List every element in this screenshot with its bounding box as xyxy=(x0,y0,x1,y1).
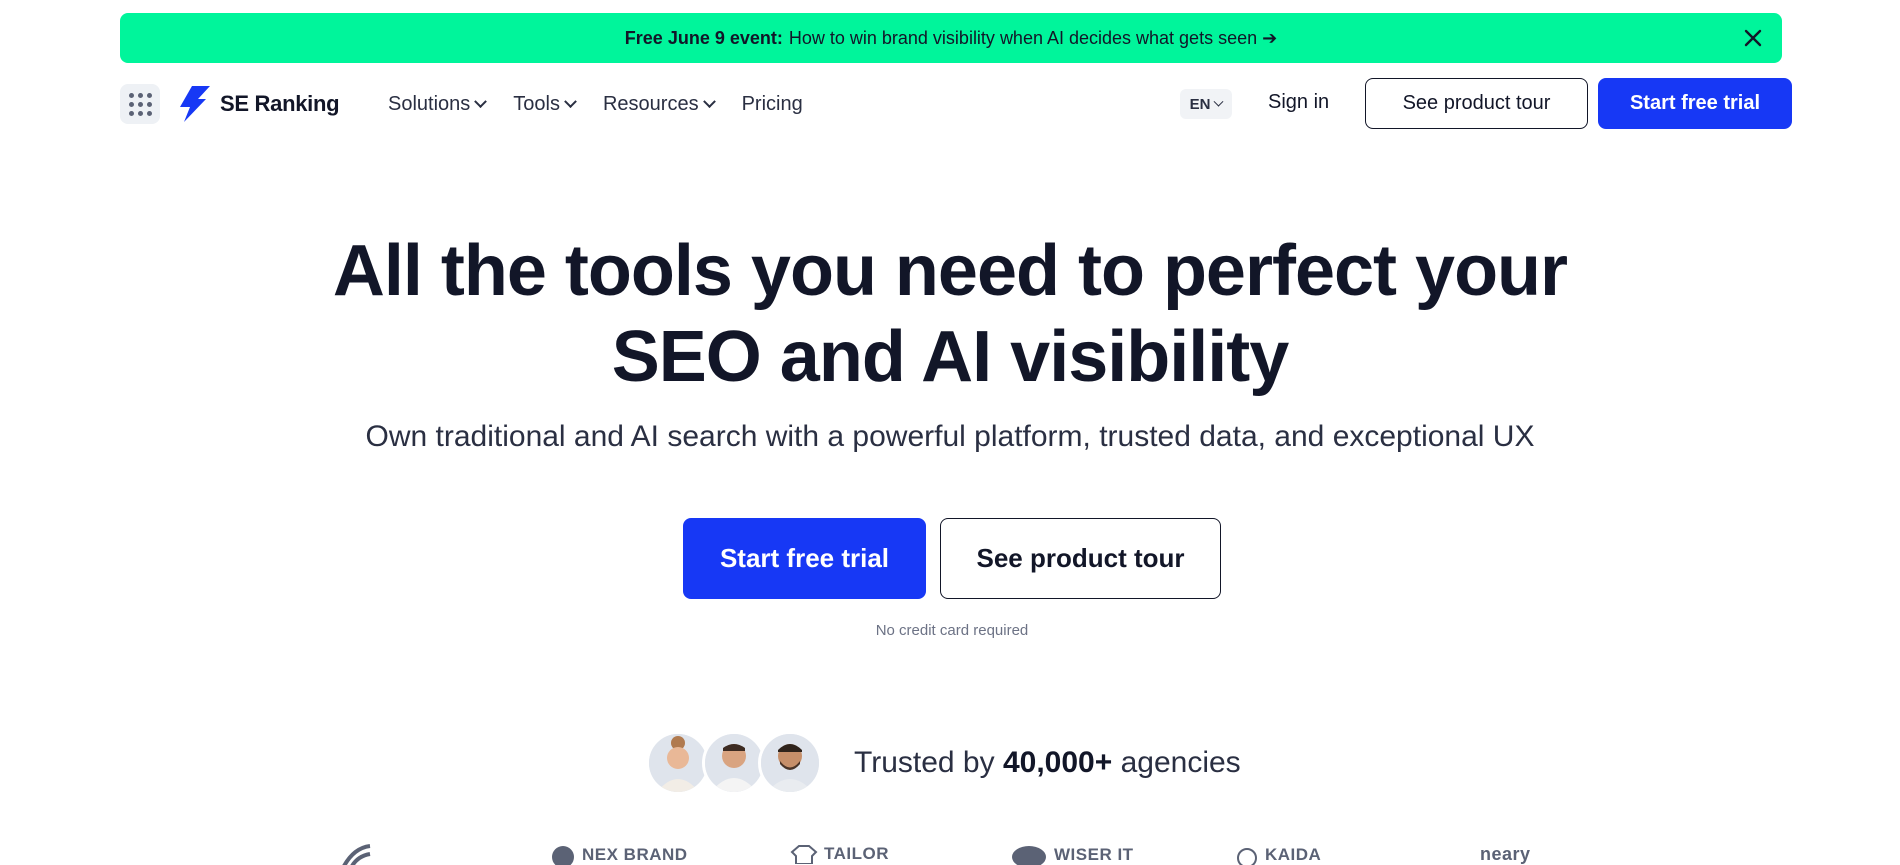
client-logo-wave xyxy=(340,844,380,865)
language-label: EN xyxy=(1189,95,1211,113)
grid-dot-icon xyxy=(137,92,143,98)
close-icon[interactable] xyxy=(1740,25,1766,51)
globe-icon xyxy=(552,846,574,865)
hero-start-trial-button[interactable]: Start free trial xyxy=(683,518,926,599)
client-logo: WISER IT xyxy=(1010,844,1134,865)
client-logos: NEX BRAND TAILOR WISER IT KAIDA neary xyxy=(330,844,1580,865)
nav-label: Tools xyxy=(513,92,560,115)
main-nav: Solutions Tools Resources Pricing xyxy=(388,78,803,130)
client-logo-name: neary xyxy=(1480,844,1531,864)
client-logo: neary xyxy=(1480,844,1531,865)
site-header: SE Ranking Solutions Tools Resources Pri… xyxy=(120,78,1792,130)
language-selector[interactable]: EN xyxy=(1180,89,1232,119)
chevron-down-icon xyxy=(1213,96,1224,107)
brain-icon xyxy=(1012,846,1046,865)
grid-dot-icon xyxy=(146,92,152,98)
lightning-logo-icon xyxy=(180,86,210,122)
grid-dot-icon xyxy=(146,110,152,116)
banner-text[interactable]: How to win brand visibility when AI deci… xyxy=(789,28,1277,49)
client-logo: NEX BRAND xyxy=(550,844,688,865)
brand-name: SE Ranking xyxy=(220,91,340,116)
start-trial-button[interactable]: Start free trial xyxy=(1598,78,1792,129)
product-tour-button[interactable]: See product tour xyxy=(1365,78,1588,129)
avatar xyxy=(758,731,822,795)
nav-solutions[interactable]: Solutions xyxy=(388,92,488,116)
ring-icon xyxy=(1237,848,1257,865)
hero-subtitle: Own traditional and AI search with a pow… xyxy=(365,420,1535,453)
nav-resources[interactable]: Resources xyxy=(602,92,716,116)
chevron-down-icon xyxy=(474,94,488,108)
trusted-suffix: agencies xyxy=(1120,746,1241,779)
nav-label: Solutions xyxy=(388,92,471,115)
shirt-icon xyxy=(790,845,818,864)
hero-product-tour-button[interactable]: See product tour xyxy=(940,518,1221,599)
trusted-text: Trusted by 40,000+ agencies xyxy=(854,746,1241,780)
client-logo-name: WISER IT xyxy=(1054,845,1134,864)
grid-dot-icon xyxy=(146,101,152,107)
avatar xyxy=(646,731,710,795)
hero-title-line2: SEO and AI visibility xyxy=(611,317,1289,397)
announcement-banner[interactable]: Free June 9 event: How to win brand visi… xyxy=(120,13,1782,63)
hero-title: All the tools you need to perfect your S… xyxy=(0,228,1900,400)
client-logo-name: KAIDA xyxy=(1265,845,1322,864)
brand-logo[interactable]: SE Ranking xyxy=(178,84,340,124)
chevron-down-icon xyxy=(564,94,577,108)
grid-dot-icon xyxy=(128,92,134,98)
hero-title-line1: All the tools you need to perfect your xyxy=(332,231,1568,311)
grid-dot-icon xyxy=(137,101,143,107)
client-logo: TAILOR xyxy=(790,844,889,864)
signal-wave-icon xyxy=(342,844,371,865)
nav-tools[interactable]: Tools xyxy=(513,92,577,116)
grid-dot-icon xyxy=(128,110,134,116)
grid-dot-icon xyxy=(128,101,134,107)
nav-label: Pricing xyxy=(741,92,803,115)
client-logo-name: TAILOR xyxy=(824,844,890,863)
nav-pricing[interactable]: Pricing xyxy=(742,93,803,116)
no-credit-card-note: No credit card required xyxy=(875,622,1029,639)
trusted-prefix: Trusted by xyxy=(854,746,995,779)
nav-label: Resources xyxy=(602,92,699,115)
client-logo: KAIDA xyxy=(1235,844,1321,865)
trusted-count: 40,000+ xyxy=(1002,746,1113,779)
sign-in-link[interactable]: Sign in xyxy=(1268,91,1329,114)
avatar xyxy=(702,731,766,795)
trusted-by: Trusted by 40,000+ agencies xyxy=(646,728,1241,798)
client-logo-name: NEX BRAND xyxy=(582,845,688,864)
avatar-group xyxy=(646,731,822,795)
chevron-down-icon xyxy=(702,94,716,108)
banner-lead: Free June 9 event: xyxy=(624,27,783,48)
grid-dot-icon xyxy=(137,110,143,116)
apps-grid-button[interactable] xyxy=(120,84,160,124)
